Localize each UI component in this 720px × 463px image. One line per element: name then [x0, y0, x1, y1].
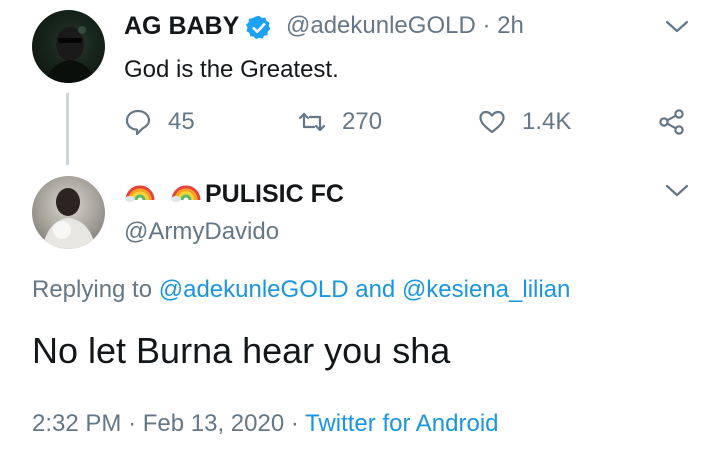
share-icon: [659, 109, 684, 135]
chevron-down-icon[interactable]: [664, 182, 690, 200]
retweet-icon: [298, 112, 326, 132]
retweet-button[interactable]: 270: [298, 108, 382, 136]
like-icon: [479, 110, 505, 134]
tweet-text: God is the Greatest.: [124, 56, 339, 83]
reply-button[interactable]: 45: [124, 108, 195, 136]
avatar-armydavido[interactable]: [32, 176, 105, 249]
source-link[interactable]: Twitter for Android: [305, 410, 498, 437]
author-name[interactable]: AG BABY: [124, 12, 239, 41]
tweet-meta: 2:32 PM · Feb 13, 2020 · Twitter for And…: [32, 410, 499, 438]
replying-prefix: Replying to: [32, 276, 153, 303]
author-handle[interactable]: @adekunleGOLD: [286, 12, 476, 39]
replying-and[interactable]: and: [355, 276, 395, 303]
chevron-down-icon[interactable]: [664, 18, 690, 36]
replying-to: Replying to @adekunleGOLD and @kesiena_l…: [32, 276, 570, 304]
tweet-date: Feb 13, 2020: [142, 410, 285, 437]
thread-line: [66, 93, 69, 165]
tweet-time[interactable]: 2h: [497, 12, 524, 39]
separator-dot: ·: [290, 410, 299, 437]
rainbow-emoji: [124, 178, 156, 202]
author-name[interactable]: PULISIC FC: [205, 180, 344, 209]
like-count: 1.4K: [522, 108, 572, 135]
share-button[interactable]: [658, 108, 686, 136]
tweet-text: No let Burna hear you sha: [32, 330, 451, 371]
verified-badge-icon: [245, 14, 273, 42]
author-handle[interactable]: @ArmyDavido: [124, 218, 279, 246]
rainbow-emoji: [170, 178, 202, 202]
reply-count: 45: [168, 108, 195, 135]
mention-link[interactable]: @adekunleGOLD: [159, 276, 349, 303]
reply-icon: [125, 109, 151, 136]
tweet-time: 2:32 PM: [32, 410, 122, 437]
separator-dot: ·: [482, 12, 491, 39]
like-button[interactable]: 1.4K: [478, 108, 571, 136]
handle-and-time: @adekunleGOLD · 2h: [286, 12, 524, 40]
mention-link[interactable]: @kesiena_lilian: [402, 276, 570, 303]
avatar-adekunlegold[interactable]: [32, 10, 105, 83]
separator-dot: ·: [128, 410, 137, 437]
retweet-count: 270: [342, 108, 383, 135]
